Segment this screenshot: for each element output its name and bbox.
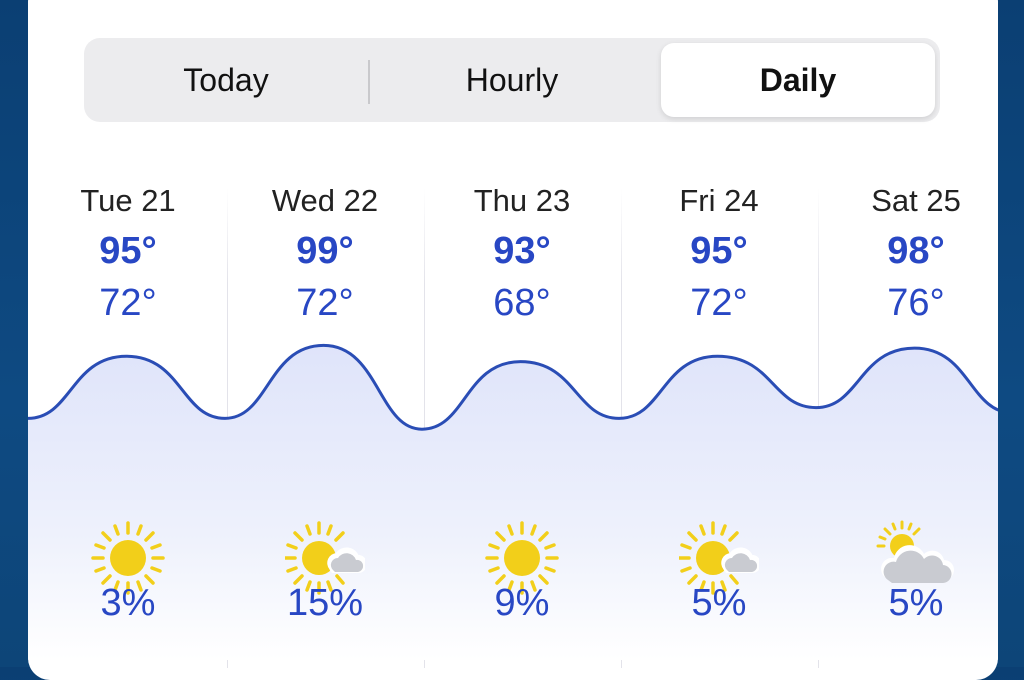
view-segmented-control: Today Hourly Daily <box>84 38 940 122</box>
high-temp: 95° <box>99 230 157 272</box>
high-temp: 95° <box>690 230 748 272</box>
day-label: Tue 21 <box>80 183 176 218</box>
tab-hourly[interactable]: Hourly <box>375 43 649 117</box>
day-label: Wed 22 <box>271 183 379 218</box>
day-column[interactable]: Sat 25 98° 76° <box>818 178 998 328</box>
low-temp: 72° <box>99 282 157 324</box>
precip-chance: 5% <box>691 582 747 624</box>
low-temp: 72° <box>296 282 354 324</box>
low-temp: 72° <box>690 282 748 324</box>
tab-divider <box>368 60 370 104</box>
day-label: Thu 23 <box>473 183 571 218</box>
day-column[interactable]: Wed 22 99° 72° <box>227 178 423 328</box>
high-temp: 98° <box>887 230 945 272</box>
day-column[interactable]: Fri 24 95° 72° <box>621 178 817 328</box>
precip-chance: 5% <box>888 582 944 624</box>
precip-chance: 3% <box>100 582 156 624</box>
day-label: Sat 25 <box>871 183 961 218</box>
day-column[interactable]: Tue 21 95° 72° <box>30 178 226 328</box>
low-temp: 76° <box>887 282 945 324</box>
precip-chance: 9% <box>494 582 550 624</box>
tab-daily[interactable]: Daily <box>661 43 935 117</box>
forecast-card: Today Hourly Daily Tue 21 95° 72° Wed 22… <box>28 0 998 680</box>
high-temp: 93° <box>493 230 551 272</box>
high-temp: 99° <box>296 230 354 272</box>
precip-chance: 15% <box>286 582 364 624</box>
tab-today[interactable]: Today <box>89 43 363 117</box>
day-label: Fri 24 <box>679 183 759 218</box>
low-temp: 68° <box>493 282 551 324</box>
day-column[interactable]: Thu 23 93° 68° <box>424 178 620 328</box>
